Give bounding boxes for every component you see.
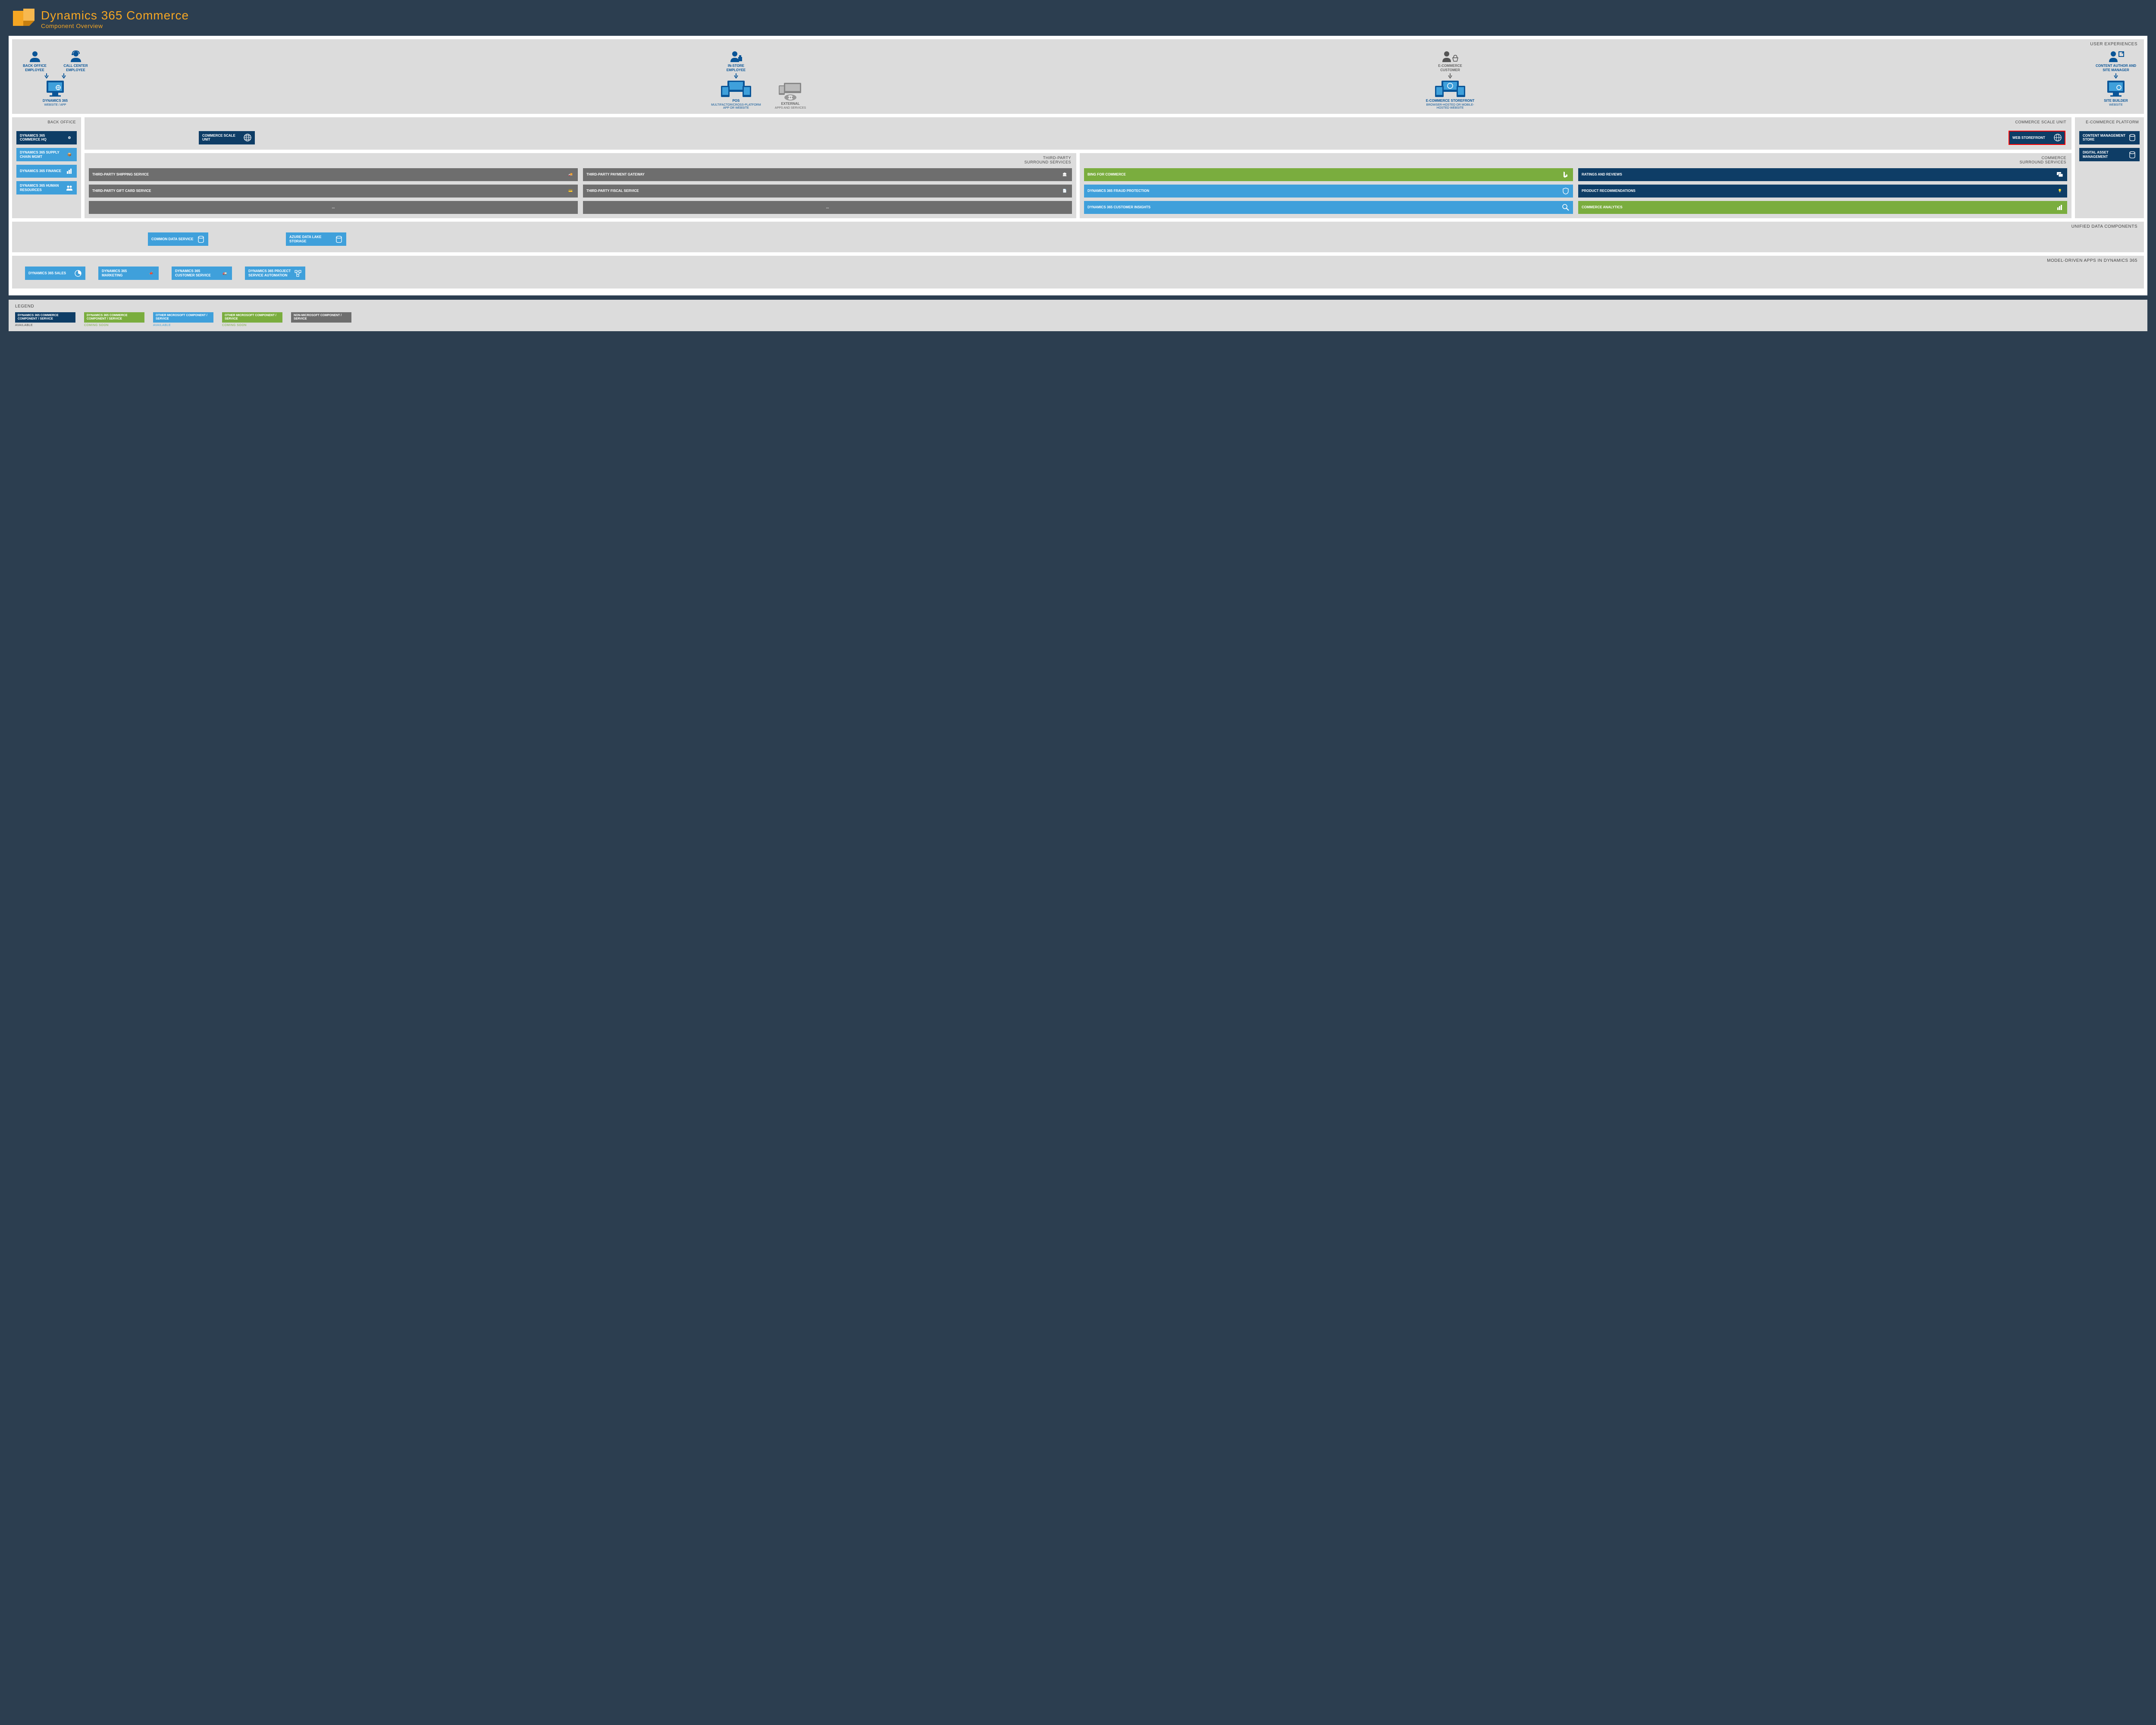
megaphone-icon: 📣	[147, 270, 155, 277]
desktop-icon	[44, 80, 66, 98]
third-party-panel: THIRD-PARTY SURROUND SERVICES THIRD-PART…	[85, 153, 1076, 218]
database-icon	[197, 235, 205, 243]
legend-item: OTHER MICROSOFT COMPONENT / SERVICECOMIN…	[222, 312, 282, 327]
person-icon	[28, 50, 41, 63]
ecommerce-platform-panel: E-COMMERCE PLATFORM CONTENT MANAGEMENT S…	[2075, 117, 2144, 218]
node-sales: DYNAMICS 365 SALES	[25, 267, 85, 280]
commerce-scale-panel: COMMERCE SCALE UNIT COMMERCE SCALE UNIT …	[85, 117, 2071, 150]
actor-ecommerce-customer: E-COMMERCE CUSTOMER	[1431, 50, 1470, 72]
workflow-icon	[294, 270, 302, 277]
node-fraud: DYNAMICS 365 FRAUD PROTECTION	[1084, 185, 1573, 198]
pie-icon	[74, 270, 82, 277]
node-psa: DYNAMICS 365 PROJECT SERVICE AUTOMATION	[245, 267, 305, 280]
node-hr: DYNAMICS 365 HUMAN RESOURCES	[16, 181, 77, 194]
node-dam: DIGITAL ASSET MANAGEMENT	[2079, 148, 2140, 161]
magnify-icon	[1562, 204, 1570, 211]
node-recommendations: PRODUCT RECOMMENDATIONS💡	[1578, 185, 2067, 198]
legend: LEGEND DYNAMICS 365 COMMERCE COMPONENT /…	[9, 300, 2147, 331]
node-adls: AZURE DATA LAKE STORAGE	[286, 232, 346, 246]
document-icon: 📄	[1061, 187, 1069, 195]
actor-back-office: BACK OFFICE EMPLOYEE	[19, 50, 51, 72]
arrow-down-icon	[44, 73, 49, 78]
node-ratings: RATINGS AND REVIEWS	[1578, 168, 2067, 181]
cloud-devices-icon	[777, 83, 803, 101]
database-icon	[335, 235, 343, 243]
headset-person-icon	[69, 50, 82, 63]
bank-icon: 🏛	[1061, 171, 1069, 179]
node-supply-chain: DYNAMICS 365 SUPPLY CHAIN MGMT📦	[16, 148, 77, 161]
ux-group-author: CONTENT AUTHOR AND SITE MANAGER SITE BUI…	[2094, 50, 2137, 110]
customer-basket-icon	[1442, 50, 1459, 63]
diagram-canvas: USER EXPERIENCES BACK OFFICE EMPLOYEE CA…	[9, 36, 2147, 295]
unified-data-section: UNIFIED DATA COMPONENTS COMMON DATA SERV…	[12, 222, 2144, 252]
model-driven-section: MODEL-DRIVEN APPS IN DYNAMICS 365 DYNAMI…	[12, 256, 2144, 289]
ux-group-external: EXTERNAL APPS AND SERVICES	[775, 50, 806, 110]
globe-icon	[244, 134, 251, 141]
node-gift-card: THIRD-PARTY GIFT CARD SERVICE💳	[89, 185, 578, 198]
legend-item: DYNAMICS 365 COMMERCE COMPONENT / SERVIC…	[15, 312, 75, 327]
page-subtitle: Component Overview	[41, 22, 189, 29]
node-ellipsis: ...	[89, 201, 578, 214]
node-content-mgmt: CONTENT MANAGEMENT STORE	[2079, 131, 2140, 144]
node-commerce-hq: DYNAMICS 365 COMMERCE HQ⚙	[16, 131, 77, 144]
ux-group-ecommerce: E-COMMERCE CUSTOMER E-COMMERCE STOREFRON…	[1424, 50, 1476, 110]
globe-icon	[2054, 134, 2062, 141]
multi-device-icon	[1433, 80, 1467, 98]
legend-item: DYNAMICS 365 COMMERCE COMPONENT / SERVIC…	[84, 312, 144, 327]
node-payment: THIRD-PARTY PAYMENT GATEWAY🏛	[583, 168, 1072, 181]
legend-item: OTHER MICROSOFT COMPONENT / SERVICEAVAIL…	[153, 312, 213, 327]
node-bing: BING FOR COMMERCE	[1084, 168, 1573, 181]
ux-group-instore: IN-STORE EMPLOYEE POS MULTIFACTOR/CROSS-…	[710, 50, 762, 110]
node-scale-unit: COMMERCE SCALE UNIT	[199, 131, 255, 144]
legend-item: NON-MICROSOFT COMPONENT / SERVICE	[291, 312, 351, 327]
people-icon	[66, 184, 73, 192]
actor-content-author: CONTENT AUTHOR AND SITE MANAGER	[2094, 50, 2137, 72]
arrow-down-icon	[1448, 73, 1452, 78]
multi-device-icon	[719, 80, 753, 98]
page-title: Dynamics 365 Commerce	[41, 9, 189, 22]
database-icon	[2128, 134, 2136, 141]
section-label: USER EXPERIENCES	[2090, 42, 2137, 47]
node-insights: DYNAMICS 365 CUSTOMER INSIGHTS	[1084, 201, 1573, 214]
node-cds: COMMON DATA SERVICE	[148, 232, 208, 246]
arrow-down-icon	[62, 73, 66, 78]
bulb-icon: 💡	[2056, 187, 2064, 195]
actor-call-center: CALL CENTER EMPLOYEE	[60, 50, 92, 72]
user-experiences-section: USER EXPERIENCES BACK OFFICE EMPLOYEE CA…	[12, 39, 2144, 114]
arrow-down-icon	[2114, 73, 2118, 78]
database-icon	[2128, 151, 2136, 159]
author-icon	[2107, 50, 2125, 63]
card-icon: 💳	[567, 187, 574, 195]
chart-icon	[66, 167, 73, 175]
chat-icon	[2056, 171, 2064, 179]
page-header: Dynamics 365 Commerce Component Overview	[9, 9, 2147, 29]
ux-group-backoffice: BACK OFFICE EMPLOYEE CALL CENTER EMPLOYE…	[19, 50, 92, 110]
box-icon: 📦	[66, 151, 73, 159]
node-shipping: THIRD-PARTY SHIPPING SERVICE🚚	[89, 168, 578, 181]
node-web-storefront: WEB STOREFRONT	[2009, 131, 2065, 144]
node-ellipsis: ...	[583, 201, 1072, 214]
employee-register-icon	[730, 50, 743, 63]
dynamics-logo-icon	[13, 9, 34, 28]
node-marketing: DYNAMICS 365 MARKETING📣	[98, 267, 159, 280]
gears-icon: ⚙	[66, 134, 73, 141]
bing-icon	[1562, 171, 1570, 179]
commerce-surround-panel: COMMERCE SURROUND SERVICES BING FOR COMM…	[1080, 153, 2071, 218]
chart-icon	[2056, 204, 2064, 211]
node-fiscal: THIRD-PARTY FISCAL SERVICE📄	[583, 185, 1072, 198]
actor-in-store: IN-STORE EMPLOYEE	[720, 50, 752, 72]
node-customer-service: DYNAMICS 365 CUSTOMER SERVICE🚛	[172, 267, 232, 280]
shield-icon	[1562, 187, 1570, 195]
truck-icon: 🚛	[221, 270, 229, 277]
node-analytics: COMMERCE ANALYTICS	[1578, 201, 2067, 214]
back-office-panel: BACK OFFICE DYNAMICS 365 COMMERCE HQ⚙ DY…	[12, 117, 81, 218]
mid-row: BACK OFFICE DYNAMICS 365 COMMERCE HQ⚙ DY…	[12, 117, 2144, 218]
desktop-icon	[2105, 80, 2127, 98]
arrow-down-icon	[734, 73, 738, 78]
node-finance: DYNAMICS 365 FINANCE	[16, 165, 77, 178]
cart-icon: 🚚	[567, 171, 574, 179]
